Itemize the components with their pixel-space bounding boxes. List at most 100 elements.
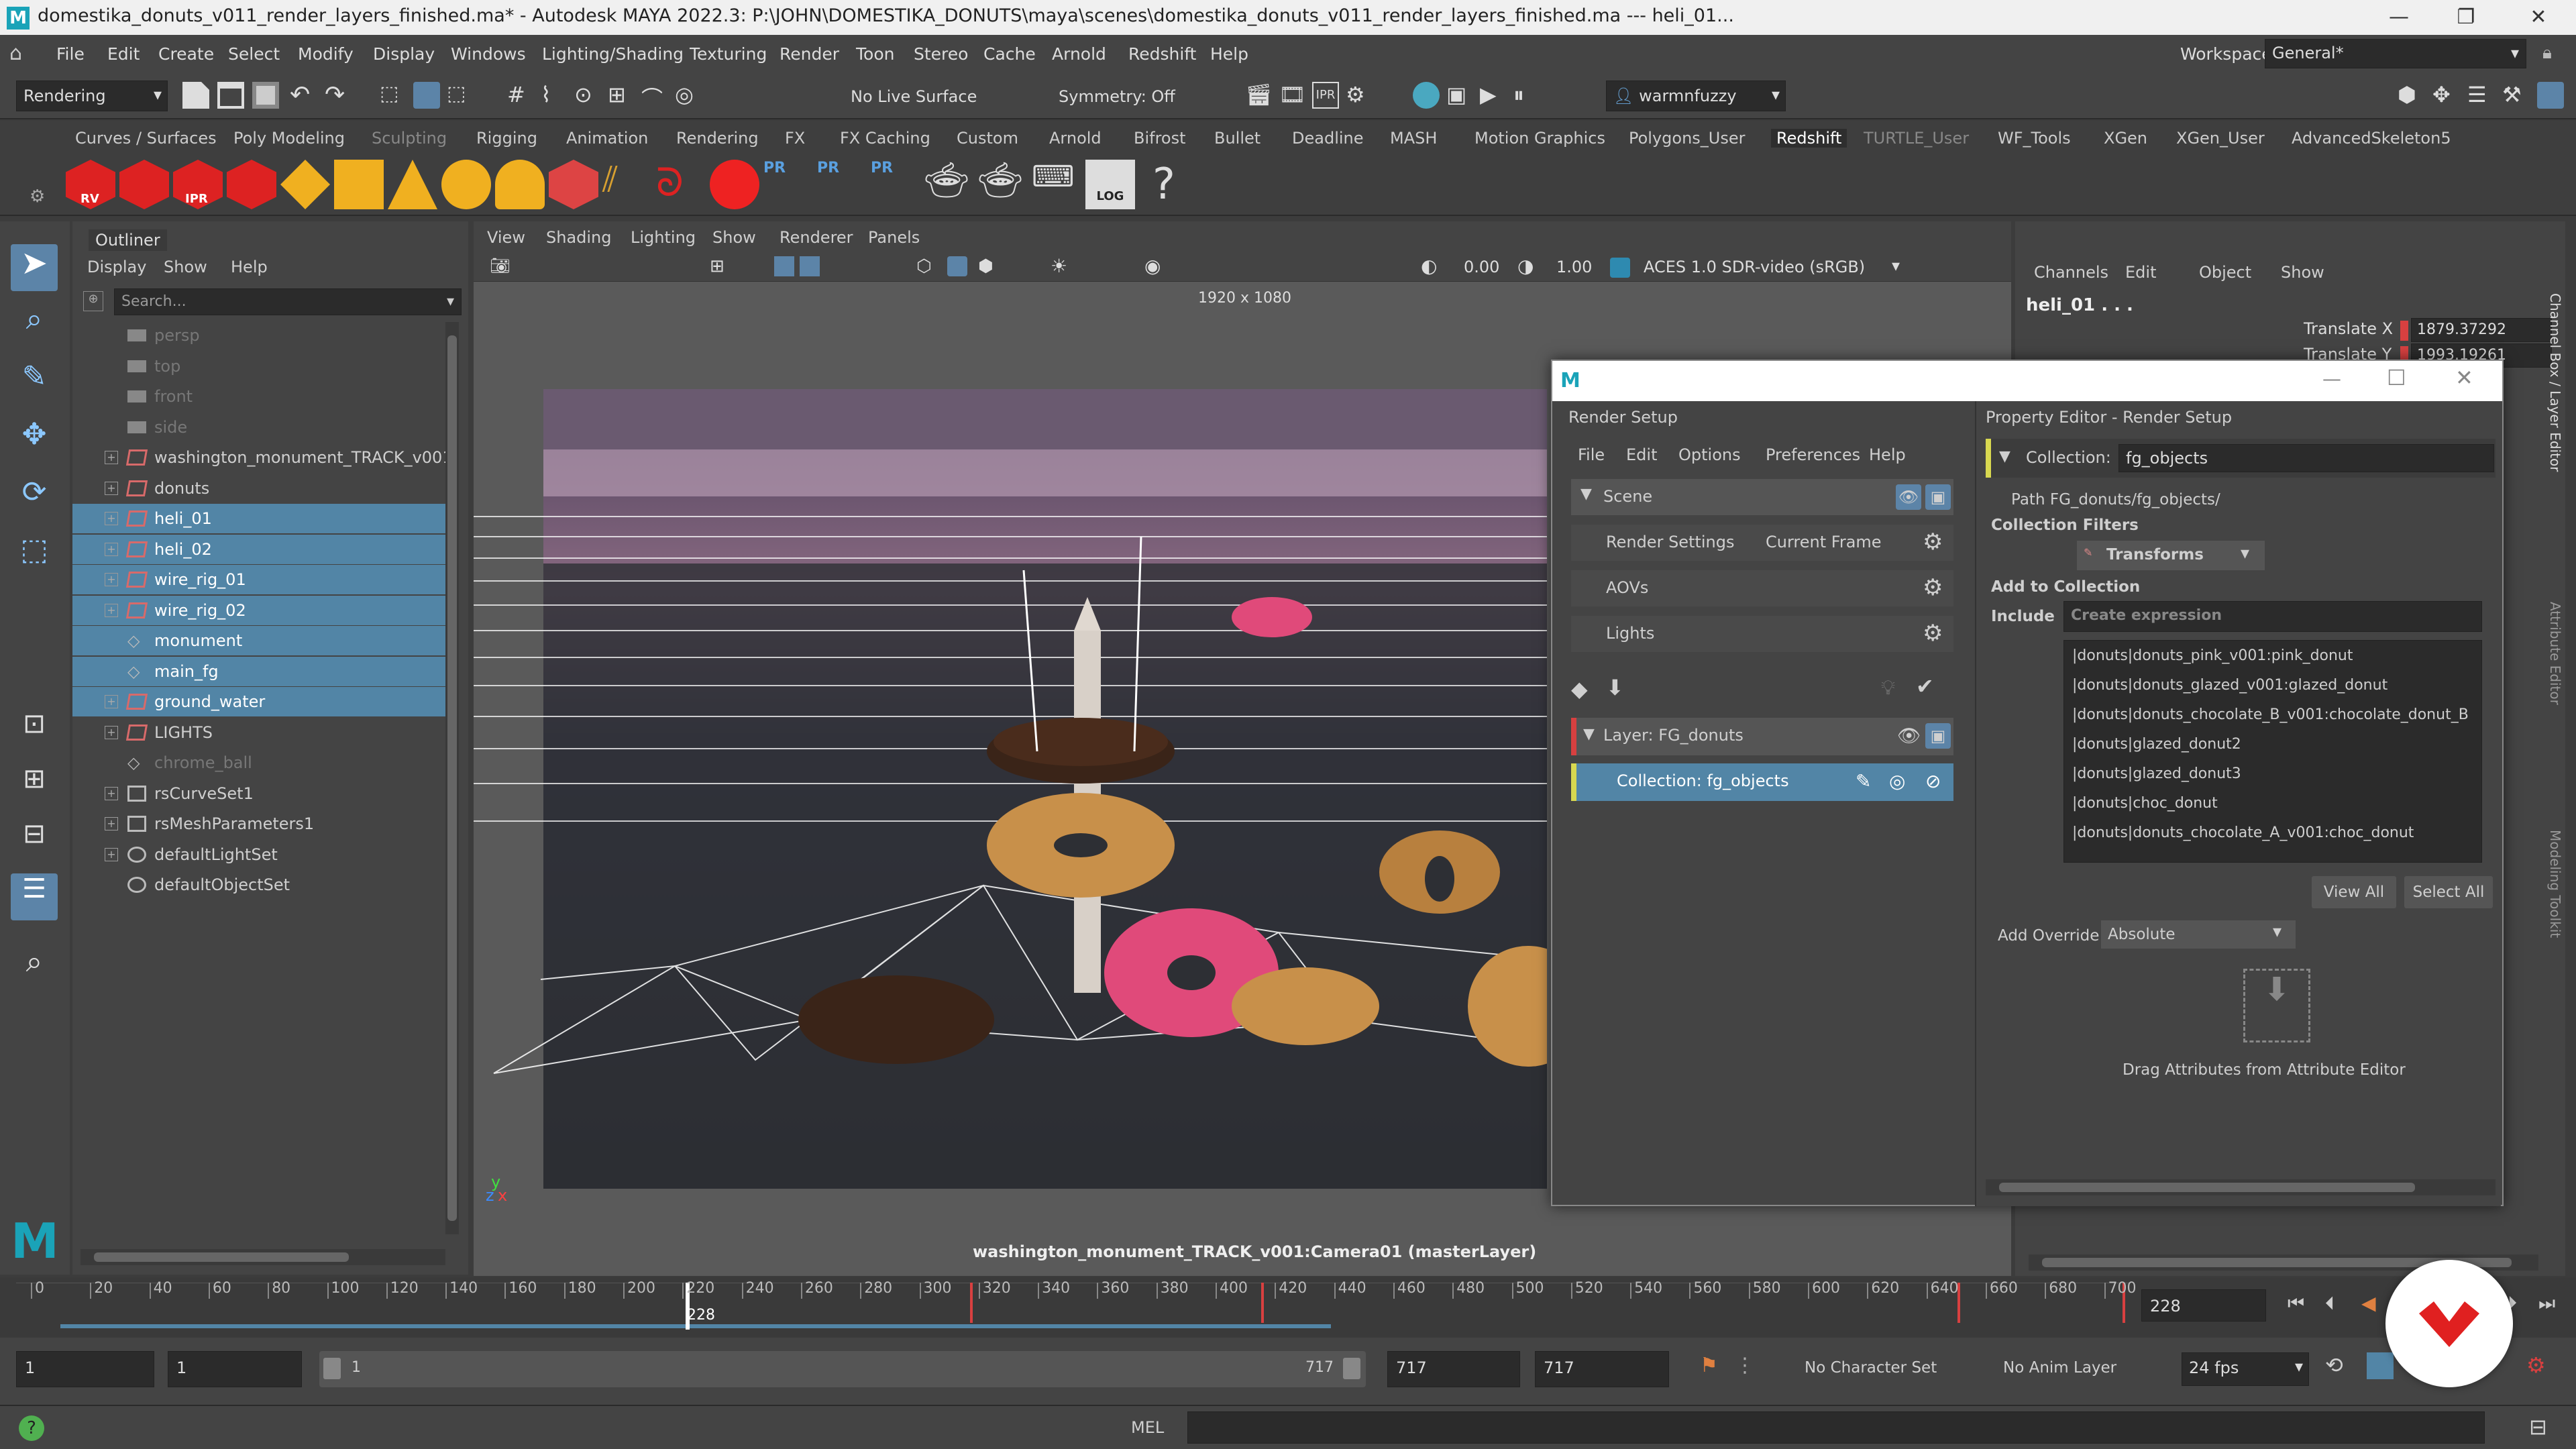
outliner-item[interactable]: side — [72, 413, 448, 442]
command-input[interactable] — [1187, 1411, 2485, 1444]
pe-filter-dropdown[interactable]: ✎ Transforms ▾ — [2077, 541, 2265, 570]
fps-dropdown[interactable]: 24 fps ▾ — [2182, 1352, 2309, 1386]
list-item[interactable]: |donuts|donuts_chocolate_B_v001:chocolat… — [2072, 706, 2469, 723]
colorspace-dropdown[interactable]: ACES 1.0 SDR-video (sRGB) — [1644, 258, 1865, 276]
layout-single-icon[interactable]: ⊡ — [11, 708, 58, 755]
create-layer-icon[interactable]: ◆ — [1571, 676, 1588, 702]
outliner-hscroll-thumb[interactable] — [94, 1252, 349, 1262]
rs-menu-edit[interactable]: Edit — [1626, 445, 1657, 464]
anim-start-time-field[interactable]: 1 — [168, 1351, 302, 1387]
outliner-item[interactable]: ◇ chrome_ball — [72, 748, 448, 777]
outliner-item[interactable]: + wire_rig_01 — [72, 565, 448, 594]
shelf-tab-curves-surfaces[interactable]: Curves / Surfaces — [75, 129, 217, 148]
drop-target-icon[interactable]: ⬇ — [2243, 969, 2310, 1042]
expand-icon[interactable]: + — [105, 451, 118, 464]
snap-point-icon[interactable]: ⊙ — [574, 82, 601, 109]
shelf-tab-polygons-user[interactable]: Polygons_User — [1629, 129, 1746, 148]
menu-toon[interactable]: Toon — [856, 44, 894, 64]
hypershade-icon[interactable] — [1413, 82, 1440, 109]
shelf-tab-bifrost[interactable]: Bifrost — [1134, 129, 1186, 148]
outliner-item[interactable]: + rsCurveSet1 — [72, 779, 448, 808]
accept-icon[interactable]: ✔ — [1916, 674, 1934, 699]
attribute-editor-toggle-icon[interactable]: ☰ — [2467, 82, 2494, 109]
menu-file[interactable]: File — [56, 44, 85, 64]
shelf-tab-deadline[interactable]: Deadline — [1292, 129, 1364, 148]
rotate-tool-icon[interactable]: ⟳ — [11, 475, 58, 522]
textured-icon[interactable]: ⬢ — [978, 256, 994, 276]
expand-icon[interactable]: + — [105, 542, 118, 556]
redshift-dome-light-icon[interactable] — [441, 160, 491, 209]
command-mode-label[interactable]: MEL — [1131, 1418, 1164, 1437]
visibility-eye-icon[interactable]: 👁︎ — [1896, 484, 1921, 510]
menu-select[interactable]: Select — [228, 44, 280, 64]
gamma-icon[interactable]: ◑ — [1517, 255, 1534, 277]
isolate-select-icon[interactable]: ◉ — [1144, 255, 1161, 277]
viewport-menu-view[interactable]: View — [487, 228, 525, 247]
redshift-spot-light-icon[interactable] — [388, 160, 437, 209]
rs-collection-row[interactable]: Collection: fg_objects ✎ ◎ ⊘ — [1571, 763, 1953, 801]
outliner-item[interactable]: + donuts — [72, 474, 448, 503]
menu-stereo[interactable]: Stereo — [914, 44, 968, 64]
menu-create[interactable]: Create — [158, 44, 214, 64]
shelf-tab-turtle-user[interactable]: TURTLE_User — [1864, 129, 1969, 148]
visibility-eye-icon[interactable]: 👁︎ — [1897, 724, 1921, 747]
outliner-item[interactable]: + washington_monument_TRACK_v001:Sy — [72, 443, 448, 472]
redshift-sphere-icon[interactable] — [710, 160, 759, 209]
select-components-icon[interactable]: ⬚ — [447, 82, 474, 109]
save-scene-icon[interactable] — [252, 82, 279, 109]
rs-aovs-row[interactable]: AOVs ⚙ — [1571, 570, 1953, 606]
render-sequence-icon[interactable]: 🎞︎ — [1279, 82, 1306, 109]
isolate-icon[interactable]: ◎ — [1889, 770, 1905, 792]
help-line-icon[interactable]: ? — [19, 1415, 44, 1441]
shelf-tab-fx[interactable]: FX — [785, 129, 805, 148]
redshift-render-view-icon[interactable]: RV — [66, 160, 115, 209]
redshift-ipr-icon[interactable]: IPR — [173, 160, 223, 209]
gear-icon[interactable]: ⚙ — [1923, 574, 1943, 601]
snap-surface-icon[interactable]: ⌒ — [641, 82, 668, 111]
shelf-tab-animation[interactable]: Animation — [566, 129, 648, 148]
animation-preferences-icon[interactable]: ⚙ — [2526, 1352, 2546, 1378]
expand-icon[interactable]: + — [105, 695, 118, 708]
viewport-menu-show[interactable]: Show — [712, 228, 756, 247]
ipr-render-icon[interactable]: IPR — [1312, 82, 1339, 109]
menuset-dropdown[interactable]: Rendering ▾ — [16, 80, 168, 111]
rs-menu-file[interactable]: File — [1578, 445, 1605, 464]
range-slider[interactable]: 1 717 — [319, 1351, 1366, 1387]
outliner-item[interactable]: persp — [72, 321, 448, 350]
outliner-item[interactable]: + heli_01 — [72, 504, 448, 533]
script-editor-icon[interactable]: ⊟ — [2529, 1414, 2547, 1440]
redshift-pr-icon-2[interactable]: PR — [817, 160, 867, 209]
menu-redshift[interactable]: Redshift — [1128, 44, 1196, 64]
pe-hscrollbar[interactable] — [1986, 1179, 2496, 1195]
gear-icon[interactable]: ⚙ — [1923, 529, 1943, 555]
shelf-tab-sculpting[interactable]: Sculpting — [372, 129, 447, 148]
menu-texturing[interactable]: Texturing — [690, 44, 767, 64]
outliner-item[interactable]: top — [72, 352, 448, 381]
move-tool-icon[interactable]: ✥ — [11, 417, 58, 464]
expand-arrow-icon[interactable]: ▼ — [1999, 448, 2010, 465]
layout-outliner-icon[interactable]: ☰ — [11, 873, 58, 920]
expand-icon[interactable]: + — [105, 512, 118, 525]
outliner-hscrollbar[interactable] — [80, 1249, 445, 1265]
shelf-tab-bullet[interactable]: Bullet — [1214, 129, 1260, 148]
gear-icon[interactable]: ⚙ — [1923, 620, 1943, 647]
render-layer-icon[interactable]: ▣ — [1925, 723, 1951, 749]
shelf-tab-custom[interactable]: Custom — [957, 129, 1018, 148]
redo-icon[interactable]: ↷ — [325, 82, 352, 109]
modeling-toolkit-icon[interactable]: ⬢ — [2398, 82, 2424, 109]
rs-maximize-button[interactable]: ☐ — [2387, 365, 2406, 390]
start-time-field[interactable]: 1 — [16, 1351, 154, 1387]
outliner-item[interactable]: + heli_02 — [72, 534, 448, 564]
rs-current-frame-label[interactable]: Current Frame — [1766, 533, 1882, 551]
shelf-tab-wf-tools[interactable]: WF_Tools — [1998, 129, 2071, 148]
pe-collection-name-field[interactable]: fg_objects — [2118, 444, 2494, 472]
rs-layer-row[interactable]: ▼ Layer: FG_donuts 👁︎ ▣ — [1571, 718, 1953, 755]
list-item[interactable]: |donuts|glazed_donut2 — [2072, 736, 2241, 753]
outliner-item[interactable]: defaultObjectSet — [72, 870, 448, 900]
home-icon[interactable]: ⌂ — [9, 43, 31, 64]
channel-menu-channels[interactable]: Channels — [2034, 263, 2108, 282]
outliner-item[interactable]: + defaultLightSet — [72, 840, 448, 869]
channel-menu-object[interactable]: Object — [2199, 263, 2251, 282]
workspace-dropdown[interactable]: General* ▾ — [2265, 39, 2526, 68]
outliner-item[interactable]: + ground_water — [72, 687, 448, 716]
